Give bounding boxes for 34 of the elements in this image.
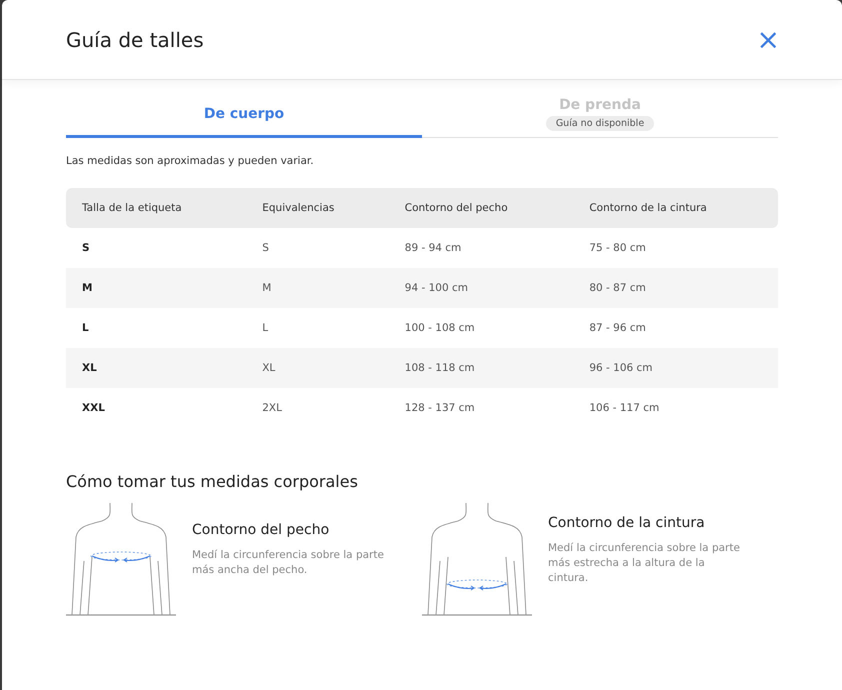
table-cell: 89 - 94 cm [388, 228, 574, 268]
table-cell: 75 - 80 cm [573, 228, 778, 268]
tab[interactable]: De cuerpo [66, 92, 422, 138]
measure-title: Contorno de la cintura [548, 514, 706, 530]
measure-description: Medí la circunferencia sobre la parte más ancha del pecho. [192, 548, 385, 578]
table-cell: 108 - 118 cm [388, 348, 574, 388]
table-cell: L [66, 308, 246, 348]
modal-title: Guía de talles [66, 28, 204, 52]
table-cell: 94 - 100 cm [388, 268, 574, 308]
table-cell: 80 - 87 cm [573, 268, 778, 308]
table-cell: 106 - 117 cm [573, 388, 778, 428]
close-button[interactable]: × [756, 26, 780, 54]
table-cell: 87 - 96 cm [573, 308, 778, 348]
unavailable-badge: Guía no disponible [546, 116, 654, 130]
table-cell: 96 - 106 cm [573, 348, 778, 388]
column-header: Equivalencias [246, 188, 389, 228]
table-cell: S [66, 228, 246, 268]
table-cell: XL [66, 348, 246, 388]
table-cell: XXL [66, 388, 246, 428]
table-cell: M [66, 268, 246, 308]
column-header: Talla de la etiqueta [66, 188, 246, 228]
disclaimer-text: Las medidas son aproximadas y pueden variar. [66, 155, 315, 167]
table-cell: 100 - 108 cm [388, 308, 574, 348]
table-cell: S [246, 228, 389, 268]
table-cell: 128 - 137 cm [388, 388, 574, 428]
measure-description: Medí la circunferencia sobre la parte más estrecha a la altura de la cintura. [548, 540, 741, 586]
table-cell: M [246, 268, 389, 308]
measure-title: Contorno del pecho [192, 522, 330, 538]
table-cell: L [246, 308, 389, 348]
table-cell: 2XL [246, 388, 389, 428]
column-header: Contorno de la cintura [573, 188, 778, 228]
column-header: Contorno del pecho [388, 188, 574, 228]
table-cell: XL [246, 348, 389, 388]
section-title: Cómo tomar tus medidas corporales [66, 472, 359, 491]
